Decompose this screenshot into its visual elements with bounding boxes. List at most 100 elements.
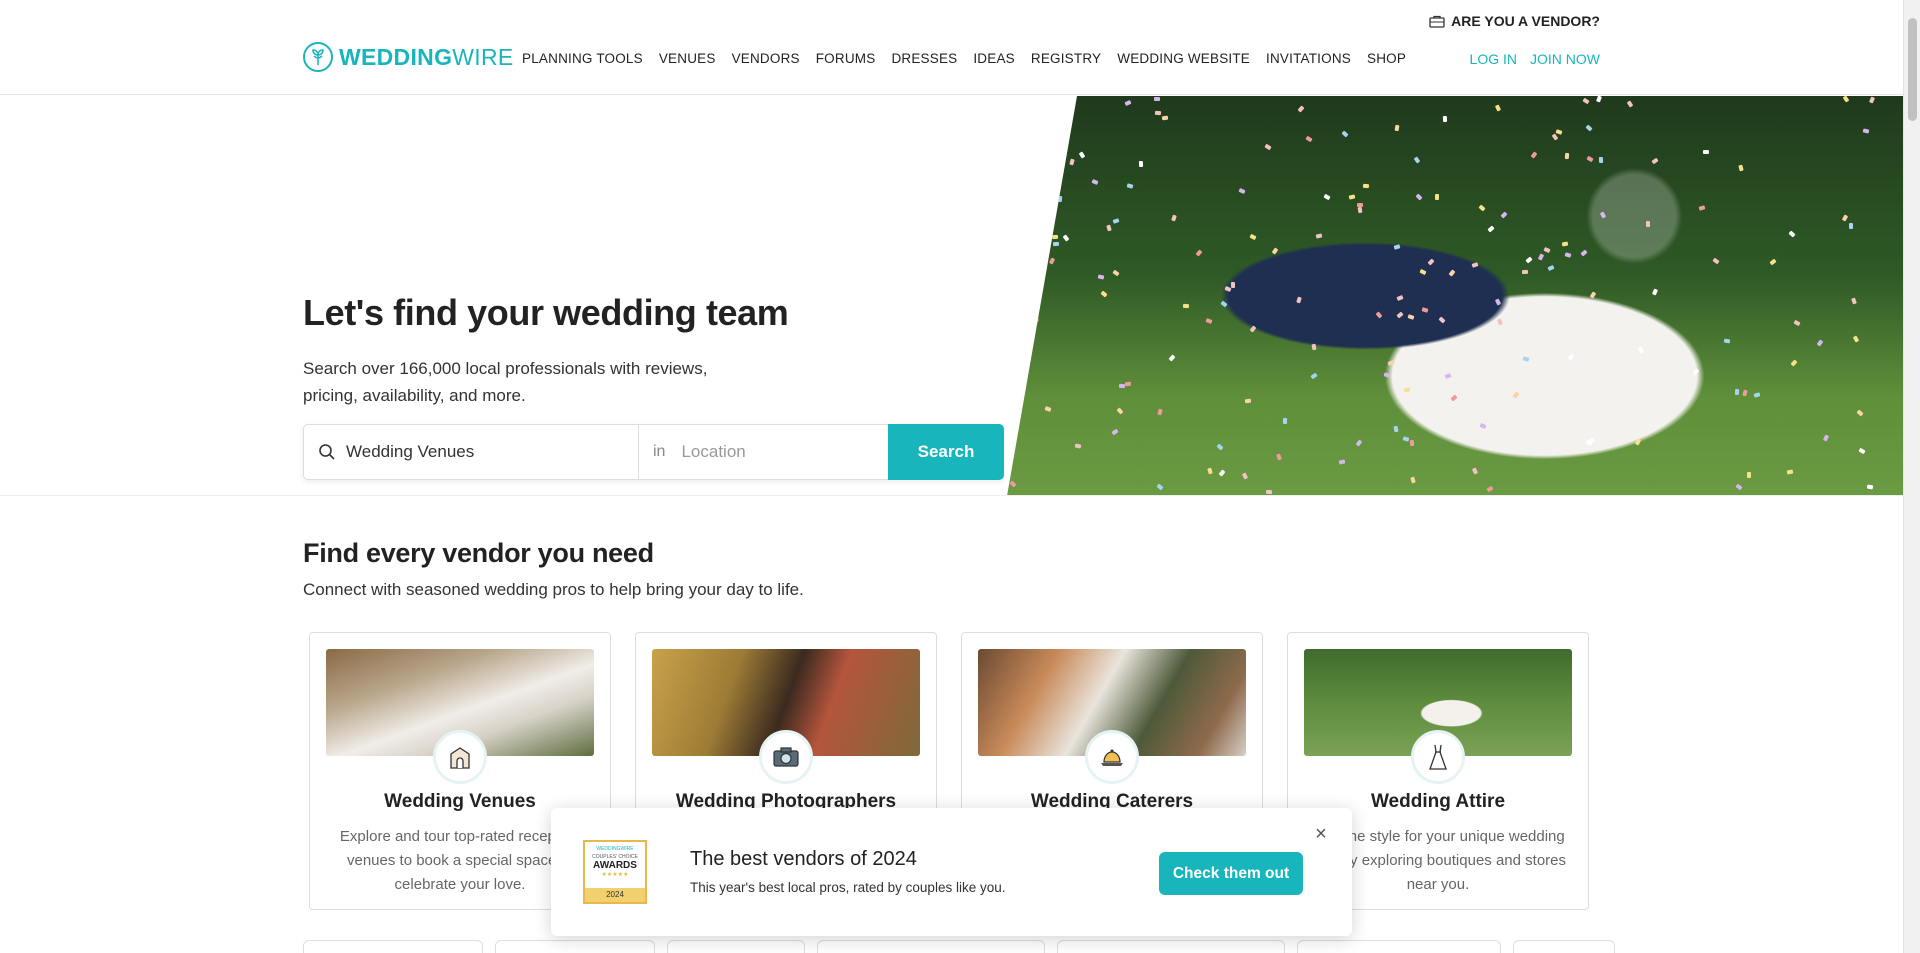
nav-wedding-website[interactable]: WEDDING WEBSITE bbox=[1117, 51, 1250, 66]
popup-title: The best vendors of 2024 bbox=[690, 848, 917, 870]
vendor-search-form: in Search bbox=[303, 424, 1004, 480]
check-them-out-button[interactable]: Check them out bbox=[1159, 852, 1303, 895]
confetti-piece bbox=[1091, 178, 1099, 185]
confetti-piece bbox=[1537, 253, 1544, 261]
confetti-piece bbox=[1512, 391, 1520, 399]
confetti-piece bbox=[1231, 282, 1236, 289]
confetti-piece bbox=[1787, 469, 1794, 475]
search-button[interactable]: Search bbox=[888, 424, 1004, 480]
nav-ideas[interactable]: IDEAS bbox=[973, 51, 1015, 66]
nav-invitations[interactable]: INVITATIONS bbox=[1266, 51, 1351, 66]
category-chip[interactable] bbox=[817, 940, 1045, 953]
confetti-piece bbox=[1219, 300, 1228, 308]
confetti-piece bbox=[1394, 124, 1400, 132]
nav-forums[interactable]: FORUMS bbox=[816, 51, 876, 66]
confetti-piece bbox=[1589, 291, 1596, 299]
hero-section: Let's find your wedding team Search over… bbox=[0, 96, 1903, 496]
confetti-piece bbox=[1634, 438, 1641, 447]
nav-vendors[interactable]: VENDORS bbox=[732, 51, 800, 66]
confetti-piece bbox=[1305, 136, 1313, 143]
confetti-piece bbox=[1265, 490, 1273, 495]
confetti-piece bbox=[1310, 372, 1318, 380]
nav-shop[interactable]: SHOP bbox=[1367, 51, 1406, 66]
confetti-piece bbox=[1735, 483, 1743, 491]
confetti-piece bbox=[1842, 214, 1849, 222]
confetti-piece bbox=[1788, 230, 1796, 238]
join-now-link[interactable]: JOIN NOW bbox=[1530, 51, 1600, 67]
category-chip[interactable] bbox=[1057, 940, 1285, 953]
venue-icon bbox=[433, 730, 487, 784]
confetti-piece bbox=[1316, 233, 1323, 239]
nav-planning-tools[interactable]: PLANNING TOOLS bbox=[522, 51, 643, 66]
confetti-piece bbox=[1586, 155, 1594, 163]
confetti-piece bbox=[1044, 406, 1052, 412]
scrollbar-thumb[interactable] bbox=[1908, 18, 1917, 121]
confetti-piece bbox=[1023, 217, 1031, 223]
category-chip[interactable] bbox=[667, 940, 805, 953]
confetti-piece bbox=[1124, 381, 1132, 387]
confetti-piece bbox=[1393, 425, 1399, 433]
confetti-piece bbox=[1471, 466, 1478, 475]
confetti-piece bbox=[1403, 387, 1411, 393]
category-chip[interactable] bbox=[495, 940, 655, 953]
confetti-piece bbox=[1747, 471, 1752, 478]
awards-popup: WEDDINGWIRE COUPLES' CHOICE AWARDS ★★★★★… bbox=[551, 808, 1352, 936]
hero-subtitle: Search over 166,000 local professionals … bbox=[303, 359, 708, 405]
category-chip[interactable] bbox=[1513, 940, 1615, 953]
confetti-piece bbox=[1363, 183, 1370, 189]
confetti-piece bbox=[1471, 261, 1479, 268]
confetti-piece bbox=[1547, 265, 1555, 272]
catering-icon bbox=[1085, 730, 1139, 784]
confetti-piece bbox=[1126, 183, 1134, 190]
confetti-piece bbox=[1822, 434, 1829, 442]
confetti-piece bbox=[1858, 447, 1866, 455]
confetti-piece bbox=[1112, 270, 1120, 277]
vendors-section-title: Find every vendor you need bbox=[303, 538, 654, 568]
confetti-piece bbox=[1862, 128, 1870, 134]
confetti-piece bbox=[1116, 407, 1124, 415]
confetti-piece bbox=[1402, 436, 1410, 442]
confetti-piece bbox=[1525, 256, 1533, 264]
nav-venues[interactable]: VENUES bbox=[659, 51, 716, 66]
nav-registry[interactable]: REGISTRY bbox=[1031, 51, 1101, 66]
nav-dresses[interactable]: DRESSES bbox=[891, 51, 957, 66]
confetti-piece bbox=[1585, 440, 1593, 447]
confetti-piece bbox=[1052, 241, 1059, 246]
location-input[interactable] bbox=[681, 442, 872, 462]
confetti-piece bbox=[1500, 211, 1508, 219]
auth-links: LOG IN JOIN NOW bbox=[1470, 51, 1600, 67]
confetti-piece bbox=[1543, 246, 1551, 253]
category-chip[interactable] bbox=[303, 940, 483, 953]
close-icon[interactable]: × bbox=[1311, 824, 1331, 844]
search-location-field: in bbox=[639, 425, 888, 479]
camera-icon bbox=[759, 730, 813, 784]
confetti-piece bbox=[1851, 297, 1858, 305]
confetti-piece bbox=[1698, 205, 1705, 211]
confetti-piece bbox=[1450, 394, 1459, 402]
category-chip[interactable] bbox=[1297, 940, 1501, 953]
confetti-piece bbox=[1383, 372, 1391, 378]
search-input[interactable] bbox=[346, 442, 616, 462]
confetti-piece bbox=[1442, 115, 1447, 122]
weddingwire-logo[interactable]: WEDDINGWIRE bbox=[303, 42, 514, 72]
hero-title: Let's find your wedding team bbox=[303, 292, 789, 333]
confetti-piece bbox=[1793, 319, 1801, 326]
confetti-piece bbox=[1339, 459, 1346, 466]
confetti-piece bbox=[1723, 338, 1731, 344]
confetti-piece bbox=[1637, 346, 1645, 355]
badge-line2: AWARDS bbox=[593, 860, 637, 871]
confetti-piece bbox=[1100, 290, 1108, 298]
login-link[interactable]: LOG IN bbox=[1470, 51, 1517, 67]
confetti-piece bbox=[1074, 443, 1082, 449]
are-you-a-vendor-link[interactable]: ARE YOU A VENDOR? bbox=[1429, 13, 1600, 29]
confetti-piece bbox=[1249, 234, 1257, 241]
confetti-piece bbox=[1138, 161, 1143, 168]
confetti-piece bbox=[1097, 274, 1105, 280]
confetti-piece bbox=[1853, 335, 1860, 343]
confetti-piece bbox=[1769, 258, 1777, 266]
confetti-piece bbox=[1111, 428, 1119, 436]
confetti-piece bbox=[1271, 246, 1279, 255]
page-scrollbar[interactable] bbox=[1903, 0, 1920, 953]
confetti-piece bbox=[1112, 217, 1119, 224]
confetti-piece bbox=[1241, 472, 1248, 480]
